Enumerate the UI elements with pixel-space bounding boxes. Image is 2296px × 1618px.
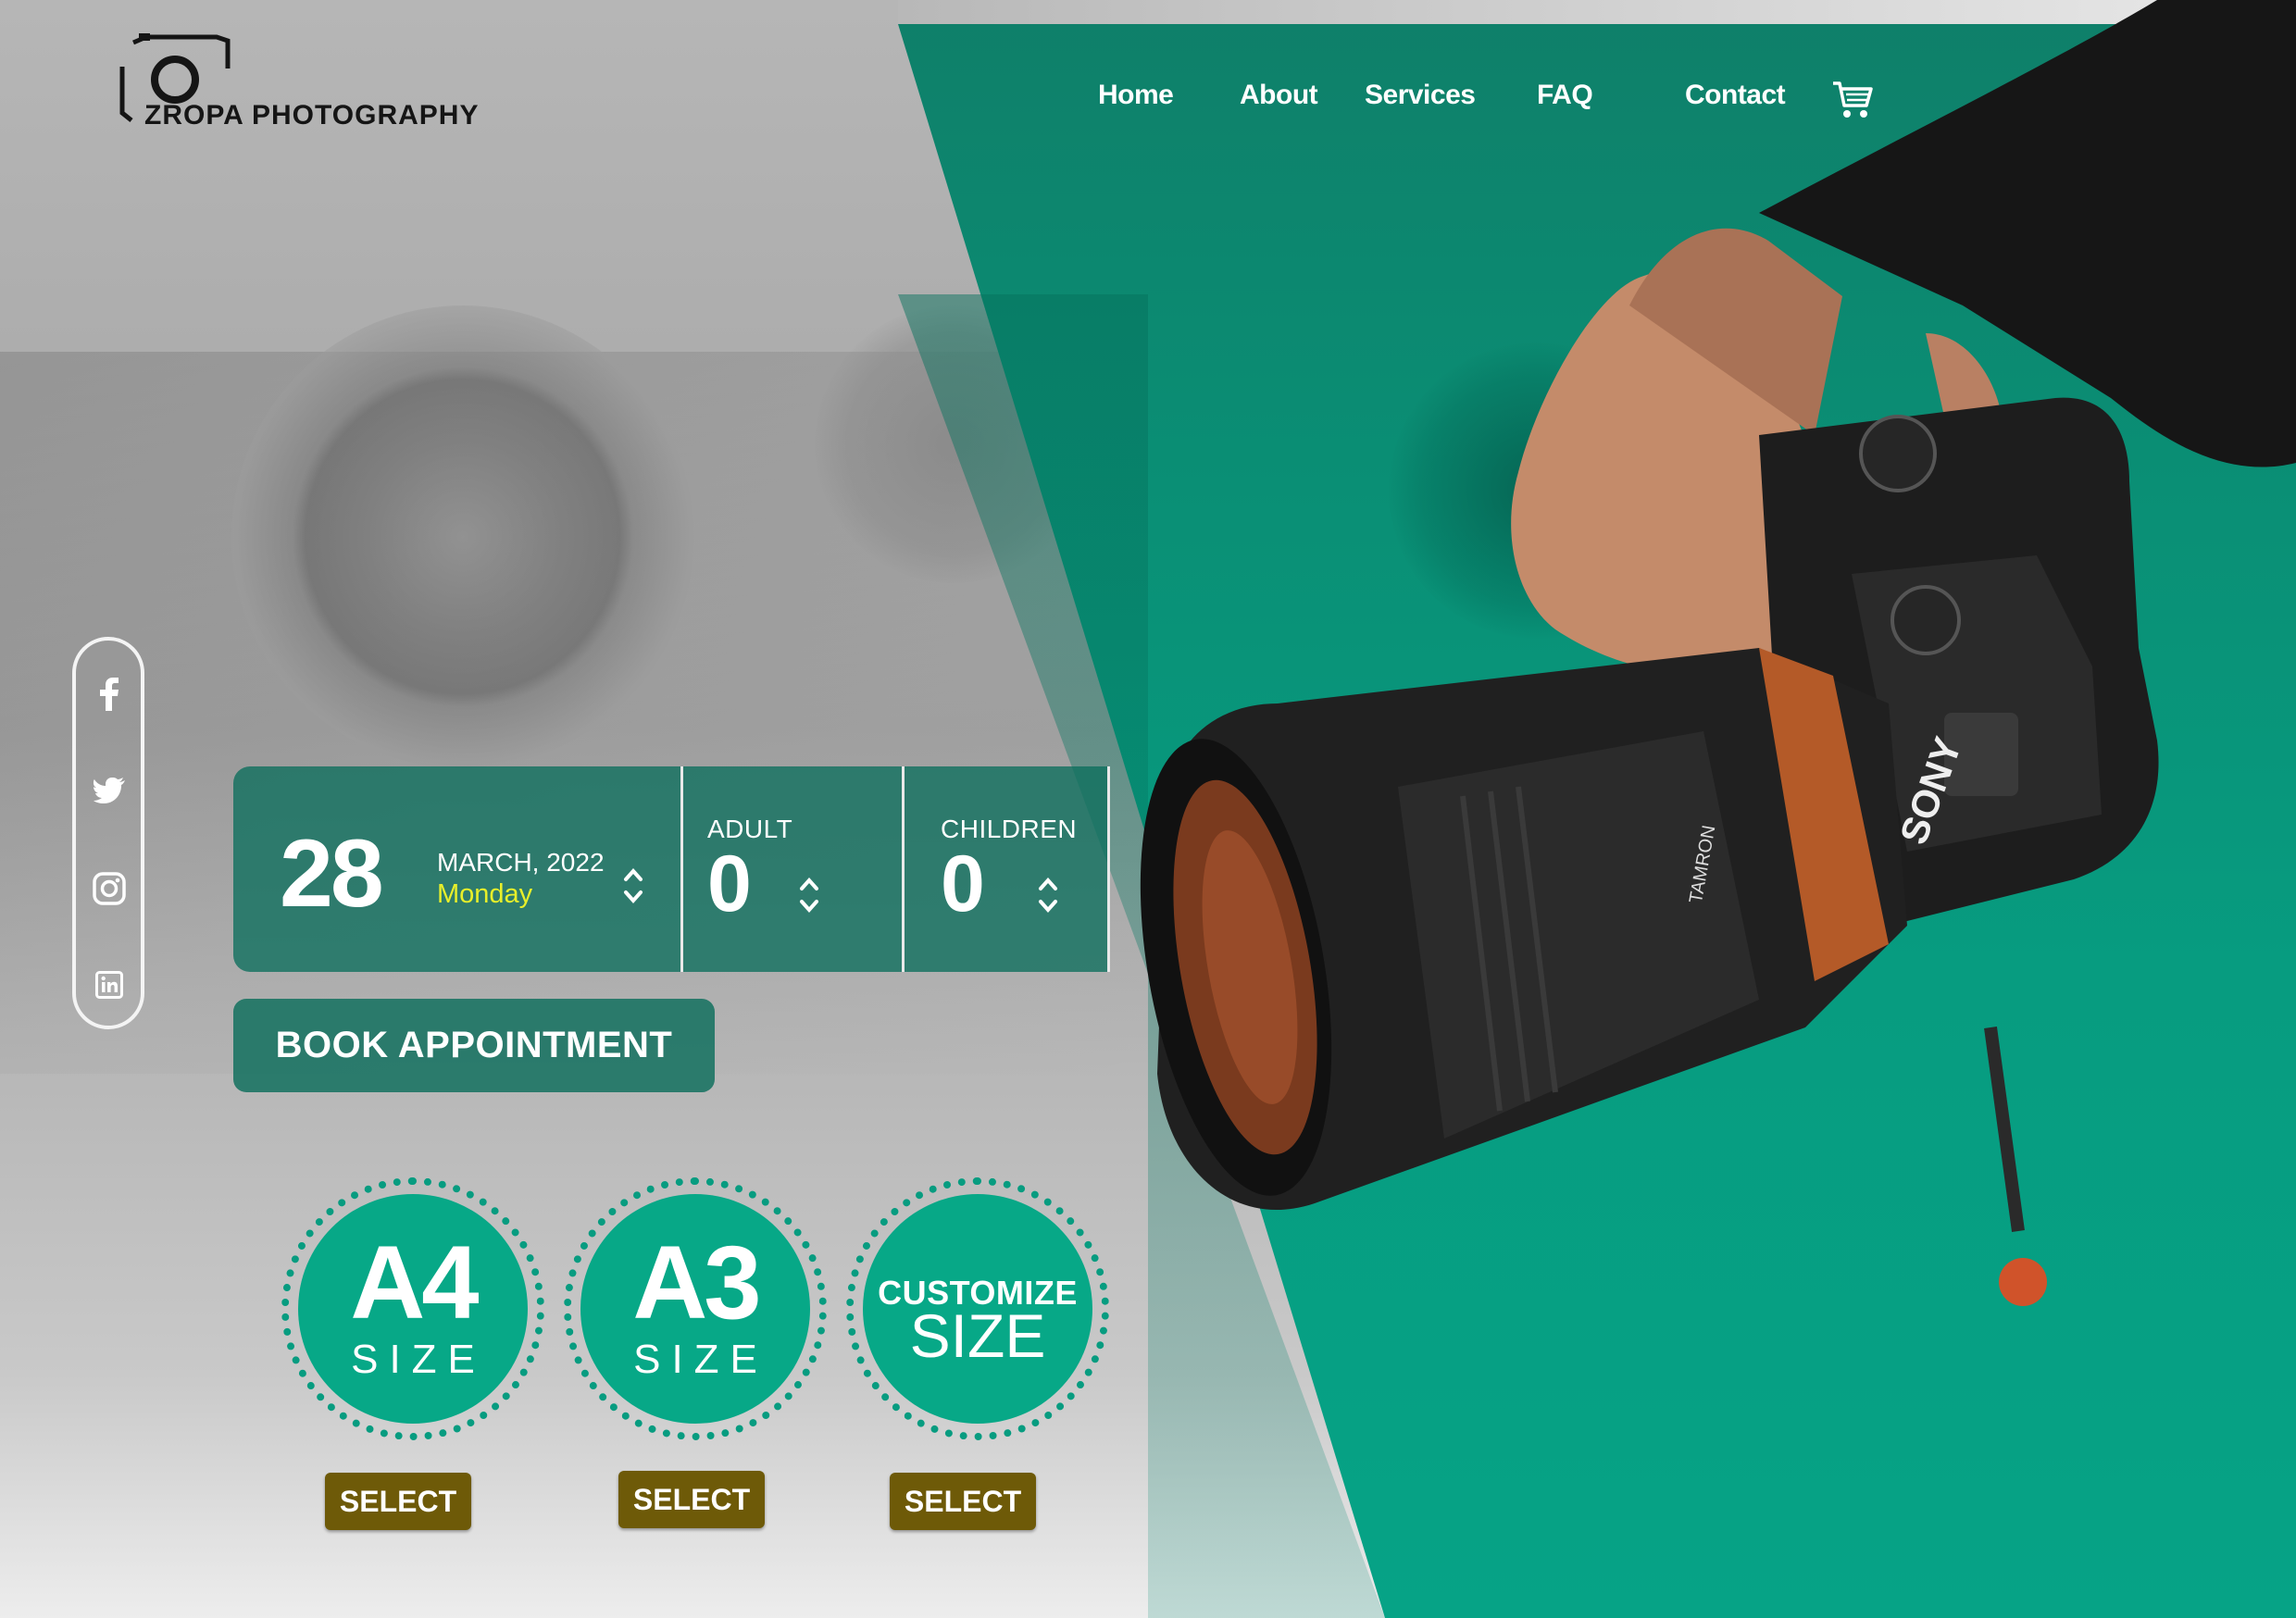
cart-icon[interactable] bbox=[1831, 80, 1874, 120]
booking-bar: 28 MARCH, 2022 Monday ADULT 0 CHILDREN 0 bbox=[233, 766, 1110, 972]
select-a4-button[interactable]: SELECT bbox=[325, 1473, 471, 1530]
children-count[interactable]: 0 bbox=[941, 844, 985, 924]
size-badge-customize[interactable]: CUSTOMIZE SIZE bbox=[846, 1177, 1109, 1440]
badge-a3-subtitle: SIZE bbox=[633, 1337, 768, 1382]
nav-contact[interactable]: Contact bbox=[1685, 80, 1786, 111]
hero-camera-image: SONY TAMRON bbox=[1140, 0, 2296, 1306]
facebook-icon[interactable] bbox=[91, 676, 128, 713]
badge-a4-subtitle: SIZE bbox=[351, 1337, 486, 1382]
main-nav: Home About Services FAQ Contact bbox=[0, 80, 2296, 126]
instagram-icon[interactable] bbox=[91, 870, 128, 907]
background-camera-dial bbox=[231, 305, 694, 768]
linkedin-icon[interactable] bbox=[91, 966, 128, 1003]
booking-divider bbox=[680, 766, 683, 972]
size-badge-a4[interactable]: A4 SIZE bbox=[281, 1177, 544, 1440]
nav-home[interactable]: Home bbox=[1098, 80, 1174, 111]
social-links bbox=[72, 637, 144, 1029]
book-appointment-button[interactable]: BOOK APPOINTMENT bbox=[233, 999, 715, 1092]
twitter-icon[interactable] bbox=[91, 772, 128, 809]
booking-weekday: Monday bbox=[437, 879, 533, 909]
select-a3-button[interactable]: SELECT bbox=[618, 1471, 765, 1528]
adult-count[interactable]: 0 bbox=[707, 844, 752, 924]
nav-services[interactable]: Services bbox=[1365, 80, 1476, 111]
badge-a4-title: A4 bbox=[350, 1225, 479, 1340]
badge-customize-subtitle: SIZE bbox=[909, 1301, 1046, 1370]
booking-month-year[interactable]: MARCH, 2022 bbox=[437, 848, 605, 877]
badge-a3-title: A3 bbox=[632, 1225, 761, 1340]
booking-divider bbox=[902, 766, 905, 972]
children-stepper-icon[interactable] bbox=[1037, 874, 1059, 916]
select-customize-button[interactable]: SELECT bbox=[890, 1473, 1036, 1530]
booking-day[interactable]: 28 bbox=[280, 826, 384, 922]
adult-stepper-icon[interactable] bbox=[798, 874, 820, 916]
date-stepper-icon[interactable] bbox=[622, 865, 644, 907]
booking-divider bbox=[1107, 766, 1110, 972]
size-badge-a3[interactable]: A3 SIZE bbox=[564, 1177, 827, 1440]
nav-faq[interactable]: FAQ bbox=[1537, 80, 1593, 111]
nav-about[interactable]: About bbox=[1240, 80, 1318, 111]
